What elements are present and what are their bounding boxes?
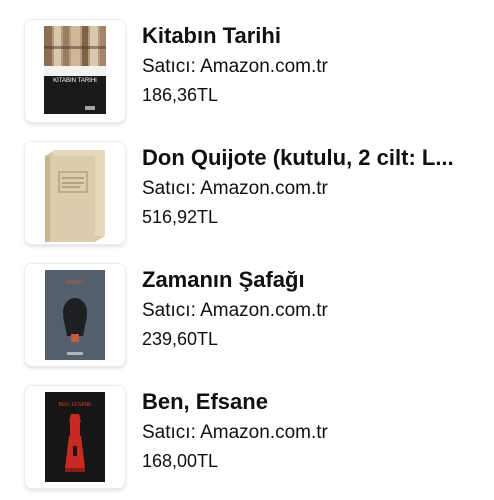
product-info: Ben, Efsane Satıcı: Amazon.com.tr 168,00… xyxy=(142,387,482,473)
cover-title-text: KITABIN TARIHI xyxy=(53,78,97,84)
product-info: Zamanın Şafağı Satıcı: Amazon.com.tr 239… xyxy=(142,265,482,351)
cover-title-text: ŞAFAĞI xyxy=(66,279,84,286)
product-item[interactable]: ŞAFAĞI Zamanın Şafağı Satıcı: Amazon.com… xyxy=(0,264,494,374)
product-title[interactable]: Kitabın Tarihi xyxy=(142,21,472,51)
product-title[interactable]: Ben, Efsane xyxy=(142,387,472,417)
book-cover-image xyxy=(25,142,125,244)
product-price: 516,92TL xyxy=(142,207,219,227)
product-list-page: KITABIN TARIHI Kitabın Tarihi Satıcı: Am… xyxy=(0,0,494,500)
product-thumbnail[interactable]: ŞAFAĞI xyxy=(25,264,125,366)
product-seller: Satıcı: Amazon.com.tr xyxy=(142,178,328,199)
product-info: Don Quijote (kutulu, 2 cilt: L... Satıcı… xyxy=(142,143,482,229)
product-title[interactable]: Don Quijote (kutulu, 2 cilt: L... xyxy=(142,143,472,173)
product-item[interactable]: Don Quijote (kutulu, 2 cilt: L... Satıcı… xyxy=(0,142,494,252)
product-seller: Satıcı: Amazon.com.tr xyxy=(142,56,328,77)
book-cover-image: ŞAFAĞI xyxy=(25,264,125,366)
product-price: 168,00TL xyxy=(142,451,219,471)
product-thumbnail[interactable]: BEN, EFSANE xyxy=(25,386,125,488)
product-info: Kitabın Tarihi Satıcı: Amazon.com.tr 186… xyxy=(142,21,482,107)
product-thumbnail[interactable]: KITABIN TARIHI xyxy=(25,20,125,122)
cover-title-text: BEN, EFSANE xyxy=(58,402,92,408)
product-price: 186,36TL xyxy=(142,85,219,105)
product-item[interactable]: KITABIN TARIHI Kitabın Tarihi Satıcı: Am… xyxy=(0,20,494,130)
product-thumbnail[interactable] xyxy=(25,142,125,244)
book-cover-image: BEN, EFSANE xyxy=(25,386,125,488)
book-cover-image: KITABIN TARIHI xyxy=(25,20,125,122)
product-item[interactable]: BEN, EFSANE Ben, Efsane Satıcı: Amazon.c… xyxy=(0,386,494,496)
product-price: 239,60TL xyxy=(142,329,219,349)
product-seller: Satıcı: Amazon.com.tr xyxy=(142,300,328,321)
product-title[interactable]: Zamanın Şafağı xyxy=(142,265,472,295)
product-seller: Satıcı: Amazon.com.tr xyxy=(142,422,328,443)
